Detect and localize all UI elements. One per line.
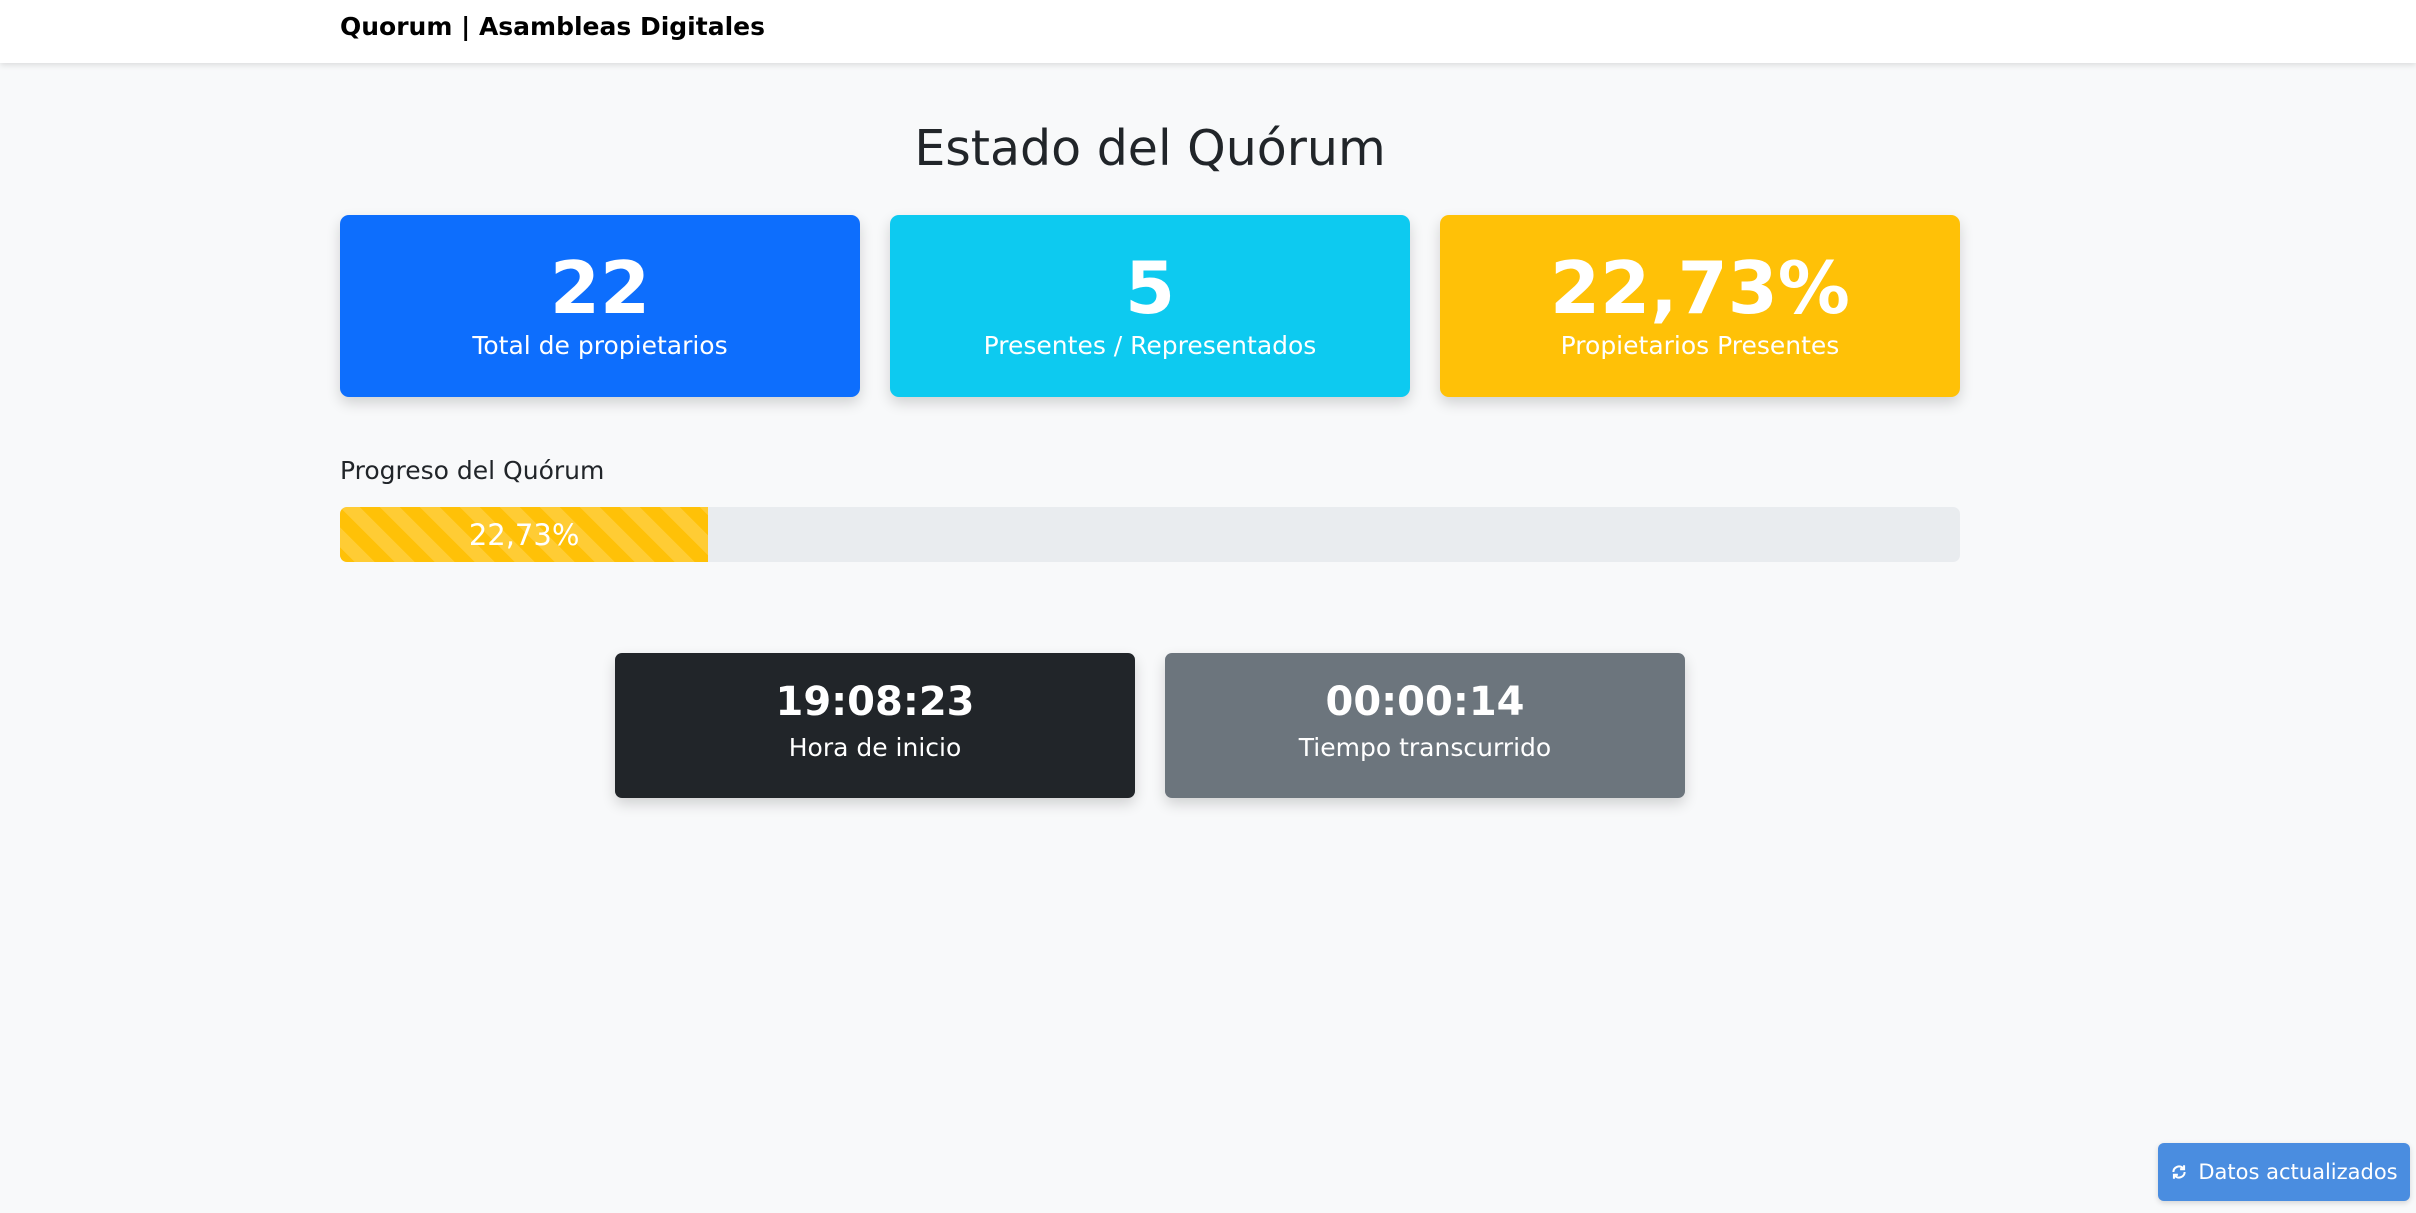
elapsed-time-card: 00:00:14 Tiempo transcurrido — [1165, 653, 1685, 798]
start-time-value: 19:08:23 — [775, 679, 975, 725]
start-time-card: 19:08:23 Hora de inicio — [615, 653, 1135, 798]
data-updated-toast[interactable]: Datos actualizados — [2158, 1143, 2410, 1201]
present-owners-card: 5 Presentes / Representados — [890, 215, 1410, 397]
total-owners-label: Total de propietarios — [472, 331, 728, 360]
quorum-progress-text: 22,73% — [468, 517, 580, 552]
navbar: Quorum | Asambleas Digitales — [0, 0, 2416, 63]
start-time-label: Hora de inicio — [788, 733, 962, 762]
elapsed-time-value: 00:00:14 — [1325, 679, 1525, 725]
quorum-progress-fill: 22,73% — [340, 507, 709, 562]
elapsed-time-label: Tiempo transcurrido — [1298, 733, 1552, 762]
present-percentage-label: Propietarios Presentes — [1560, 331, 1840, 360]
present-percentage-card: 22,73% Propietarios Presentes — [1440, 215, 1960, 397]
refresh-icon — [2170, 1163, 2188, 1181]
total-owners-value: 22 — [549, 246, 651, 330]
page-title: Estado del Quórum — [914, 120, 1386, 177]
quorum-progress-bar: 22,73% — [340, 507, 1960, 562]
total-owners-card: 22 Total de propietarios — [340, 215, 860, 397]
present-owners-value: 5 — [1124, 246, 1176, 330]
quorum-progress-label: Progreso del Quórum — [340, 456, 605, 485]
toast-text: Datos actualizados — [2198, 1160, 2398, 1184]
navbar-brand[interactable]: Quorum | Asambleas Digitales — [340, 12, 765, 41]
present-percentage-value: 22,73% — [1550, 246, 1850, 330]
present-owners-label: Presentes / Representados — [983, 331, 1317, 360]
